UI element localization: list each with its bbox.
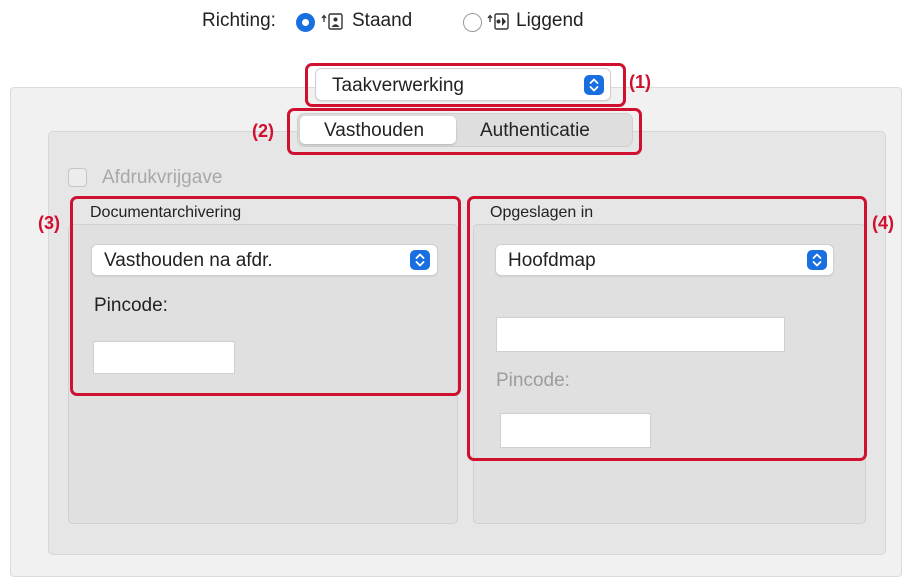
callout-3: (3) <box>38 213 60 233</box>
annotation-box-2 <box>287 108 642 155</box>
release-checkbox-label: Afdrukvrijgave <box>102 167 223 188</box>
callout-2: (2) <box>252 121 274 141</box>
radio-portrait[interactable] <box>296 13 315 32</box>
orientation-label: Richting: <box>202 10 276 31</box>
radio-landscape[interactable] <box>463 13 482 32</box>
release-checkbox[interactable] <box>68 168 87 187</box>
annotation-box-3 <box>70 196 461 396</box>
orientation-row: Richting: Staand Liggend <box>0 0 907 44</box>
radio-landscape-label: Liggend <box>516 10 584 31</box>
callout-4: (4) <box>872 213 894 233</box>
annotation-box-4 <box>467 196 867 461</box>
portrait-icon <box>321 12 345 37</box>
annotation-box-1 <box>305 63 626 107</box>
landscape-icon <box>487 12 511 37</box>
callout-1: (1) <box>629 72 651 92</box>
radio-portrait-label: Staand <box>352 10 413 31</box>
